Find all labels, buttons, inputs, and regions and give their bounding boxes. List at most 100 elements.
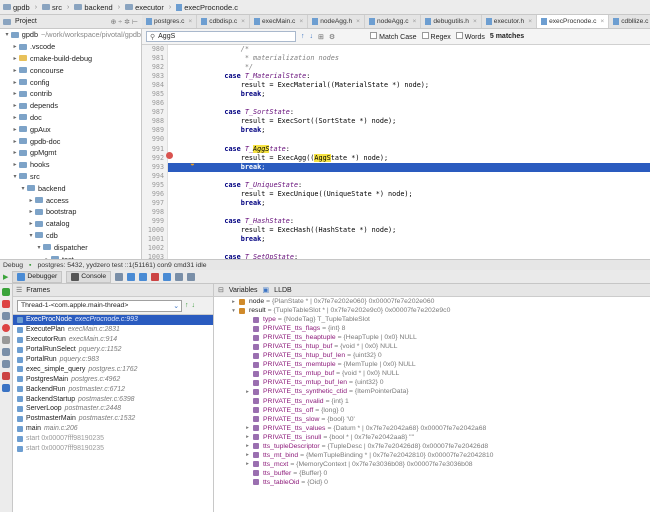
- close-icon[interactable]: ×: [356, 18, 360, 25]
- code-line[interactable]: case T_HashState:: [168, 217, 650, 226]
- editor-tab[interactable]: nodeAgg.c ×: [365, 15, 422, 28]
- chevron-icon[interactable]: ▸: [27, 197, 35, 204]
- tab-variables[interactable]: Variables: [229, 287, 258, 294]
- variable-row[interactable]: PRIVATE_tts_htup_buf_len = {uint32} 0: [214, 351, 650, 360]
- force-step-into-icon[interactable]: [151, 272, 160, 281]
- code-line[interactable]: case T_MaterialState:: [168, 72, 650, 81]
- variable-row[interactable]: PRIVATE_tts_nvalid = {int} 1: [214, 397, 650, 406]
- chevron-icon[interactable]: ▸: [11, 149, 19, 156]
- editor-tab[interactable]: execMain.c ×: [250, 15, 309, 28]
- chevron-icon[interactable]: ▸: [11, 43, 19, 50]
- code-line[interactable]: break;: [168, 126, 650, 135]
- tree-item[interactable]: ▾ dispatcher: [0, 241, 141, 253]
- variable-row[interactable]: PRIVATE_tts_memtuple = {MemTuple | 0x0} …: [214, 360, 650, 369]
- chevron-icon[interactable]: ▸: [11, 90, 19, 97]
- frame-item[interactable]: ExecProcNode execProcnode.c:993: [13, 315, 213, 325]
- tree-item[interactable]: ▸ gpMgmt: [0, 147, 141, 159]
- variable-row[interactable]: ▸ node = {PlanState * | 0x7fe7e202e060} 0…: [214, 297, 650, 306]
- variable-row[interactable]: PRIVATE_tts_flags = {int} 8: [214, 324, 650, 333]
- tree-item[interactable]: ▸ bootstrap: [0, 206, 141, 218]
- chevron-icon[interactable]: ▾: [19, 185, 27, 192]
- code-editor[interactable]: 980 981 982 983 984 985 986 987 988 989 990 991 992 9…: [142, 45, 650, 259]
- editor-tab[interactable]: postgres.c ×: [142, 15, 198, 28]
- frame-item[interactable]: PortalRun pquery.c:983: [13, 355, 213, 365]
- pause-icon[interactable]: [2, 312, 10, 320]
- tree-item[interactable]: ▾ src: [0, 171, 141, 183]
- code-line[interactable]: */: [168, 63, 650, 72]
- pin-icon[interactable]: [2, 360, 10, 368]
- tree-item[interactable]: ▸ access: [0, 194, 141, 206]
- chevron-icon[interactable]: ▸: [11, 102, 19, 109]
- breadcrumb-item[interactable]: gpdb: [3, 3, 30, 12]
- breadcrumb-item[interactable]: execProcnode.c: [176, 3, 238, 12]
- help-icon[interactable]: [2, 384, 10, 392]
- editor-tab[interactable]: executor.h ×: [482, 15, 538, 28]
- variable-row[interactable]: PRIVATE_tts_off = {long} 0: [214, 406, 650, 415]
- frame-item[interactable]: PostgresMain postgres.c:4962: [13, 374, 213, 384]
- code-line[interactable]: break;: [168, 90, 650, 99]
- code-line[interactable]: case T_AggState:: [168, 144, 650, 154]
- frame-item[interactable]: PortalRunSelect pquery.c:1152: [13, 345, 213, 355]
- frame-item[interactable]: BackendRun postmaster.c:6712: [13, 384, 213, 394]
- editor-tab[interactable]: execProcnode.c ×: [537, 15, 610, 28]
- tree-item[interactable]: ▸ doc: [0, 112, 141, 124]
- code-line[interactable]: break;: [168, 162, 650, 172]
- chevron-icon[interactable]: ▸: [11, 79, 19, 86]
- code-line[interactable]: [168, 244, 650, 253]
- variable-row[interactable]: tts_buffer = {Buffer} 0: [214, 469, 650, 478]
- rerun-icon[interactable]: [2, 288, 10, 296]
- close-icon[interactable]: ×: [241, 18, 245, 25]
- variable-row[interactable]: tts_tableOid = {Oid} 0: [214, 478, 650, 487]
- variable-row[interactable]: PRIVATE_tts_mtup_buf = {void * | 0x0} NU…: [214, 369, 650, 378]
- variable-row[interactable]: type = {NodeTag} T_TupleTableSlot: [214, 315, 650, 324]
- frame-item[interactable]: exec_simple_query postgres.c:1762: [13, 364, 213, 374]
- match-case-checkbox[interactable]: [370, 32, 378, 39]
- variable-row[interactable]: PRIVATE_tts_htup_buf = {void * | 0x0} NU…: [214, 342, 650, 351]
- chevron-icon[interactable]: ▸: [27, 208, 35, 215]
- expand-icon[interactable]: ▸: [230, 299, 237, 305]
- expand-icon[interactable]: ▸: [244, 461, 251, 467]
- tree-item[interactable]: ▸ gpdb-doc: [0, 135, 141, 147]
- search-input[interactable]: ⚲ AggS: [146, 31, 296, 42]
- words-option[interactable]: Words: [455, 32, 485, 41]
- tree-item[interactable]: ▸ gpAux: [0, 123, 141, 135]
- code-line[interactable]: result = ExecUnique((UniqueState *) node…: [168, 190, 650, 199]
- find-all-icon[interactable]: ⊞: [318, 33, 324, 41]
- variable-row[interactable]: PRIVATE_tts_heaptuple = {HeapTuple | 0x0…: [214, 333, 650, 342]
- prev-match-icon[interactable]: ↑: [301, 33, 305, 40]
- step-into-icon[interactable]: [139, 272, 148, 281]
- frame-item[interactable]: start 0x00007fff98190235: [13, 444, 213, 454]
- frame-item[interactable]: main main.c:206: [13, 424, 213, 434]
- regex-option[interactable]: Regex: [421, 32, 451, 41]
- chevron-icon[interactable]: ▾: [11, 173, 19, 180]
- tree-item[interactable]: ▸ .vscode: [0, 41, 141, 53]
- code-line[interactable]: * materialization nodes: [168, 54, 650, 63]
- show-execution-point-icon[interactable]: [115, 272, 124, 281]
- variable-row[interactable]: PRIVATE_tts_slow = {bool} '\0': [214, 415, 650, 424]
- frame-item[interactable]: ExecutorRun execMain.c:914: [13, 335, 213, 345]
- close-icon[interactable]: ×: [413, 18, 417, 25]
- stop-icon[interactable]: [2, 300, 10, 308]
- evaluate-icon[interactable]: [187, 272, 196, 281]
- settings-icon[interactable]: [2, 348, 10, 356]
- step-out-icon[interactable]: [163, 272, 172, 281]
- match-case-option[interactable]: Match Case: [370, 32, 417, 41]
- frame-item[interactable]: BackendStartup postmaster.c:6398: [13, 394, 213, 404]
- expand-icon[interactable]: ▾: [230, 308, 237, 314]
- variable-row[interactable]: ▸ PRIVATE_tts_values = {Datum * | 0x7fe7e…: [214, 424, 650, 433]
- thread-select[interactable]: Thread-1-<com.apple.main-thread> ⌄: [17, 299, 182, 312]
- chevron-icon[interactable]: ▸: [11, 161, 19, 168]
- tree-item[interactable]: ▸ catalog: [0, 218, 141, 230]
- editor-tab[interactable]: cdbdisp.c ×: [197, 15, 250, 28]
- frame-item[interactable]: ServerLoop postmaster.c:2448: [13, 404, 213, 414]
- expand-icon[interactable]: ▸: [244, 434, 251, 440]
- code-line[interactable]: case T_SortState:: [168, 108, 650, 117]
- code-line[interactable]: [168, 99, 650, 108]
- close-icon[interactable]: ×: [528, 18, 532, 25]
- expand-icon[interactable]: ▸: [244, 443, 251, 449]
- variable-row[interactable]: ▾ result = {TupleTableSlot * | 0x7fe7e202…: [214, 306, 650, 315]
- code-line[interactable]: [168, 135, 650, 144]
- breadcrumb-item[interactable]: src: [42, 3, 62, 12]
- frame-item[interactable]: PostmasterMain postmaster.c:1532: [13, 414, 213, 424]
- frame-item[interactable]: ExecutePlan execMain.c:2831: [13, 325, 213, 335]
